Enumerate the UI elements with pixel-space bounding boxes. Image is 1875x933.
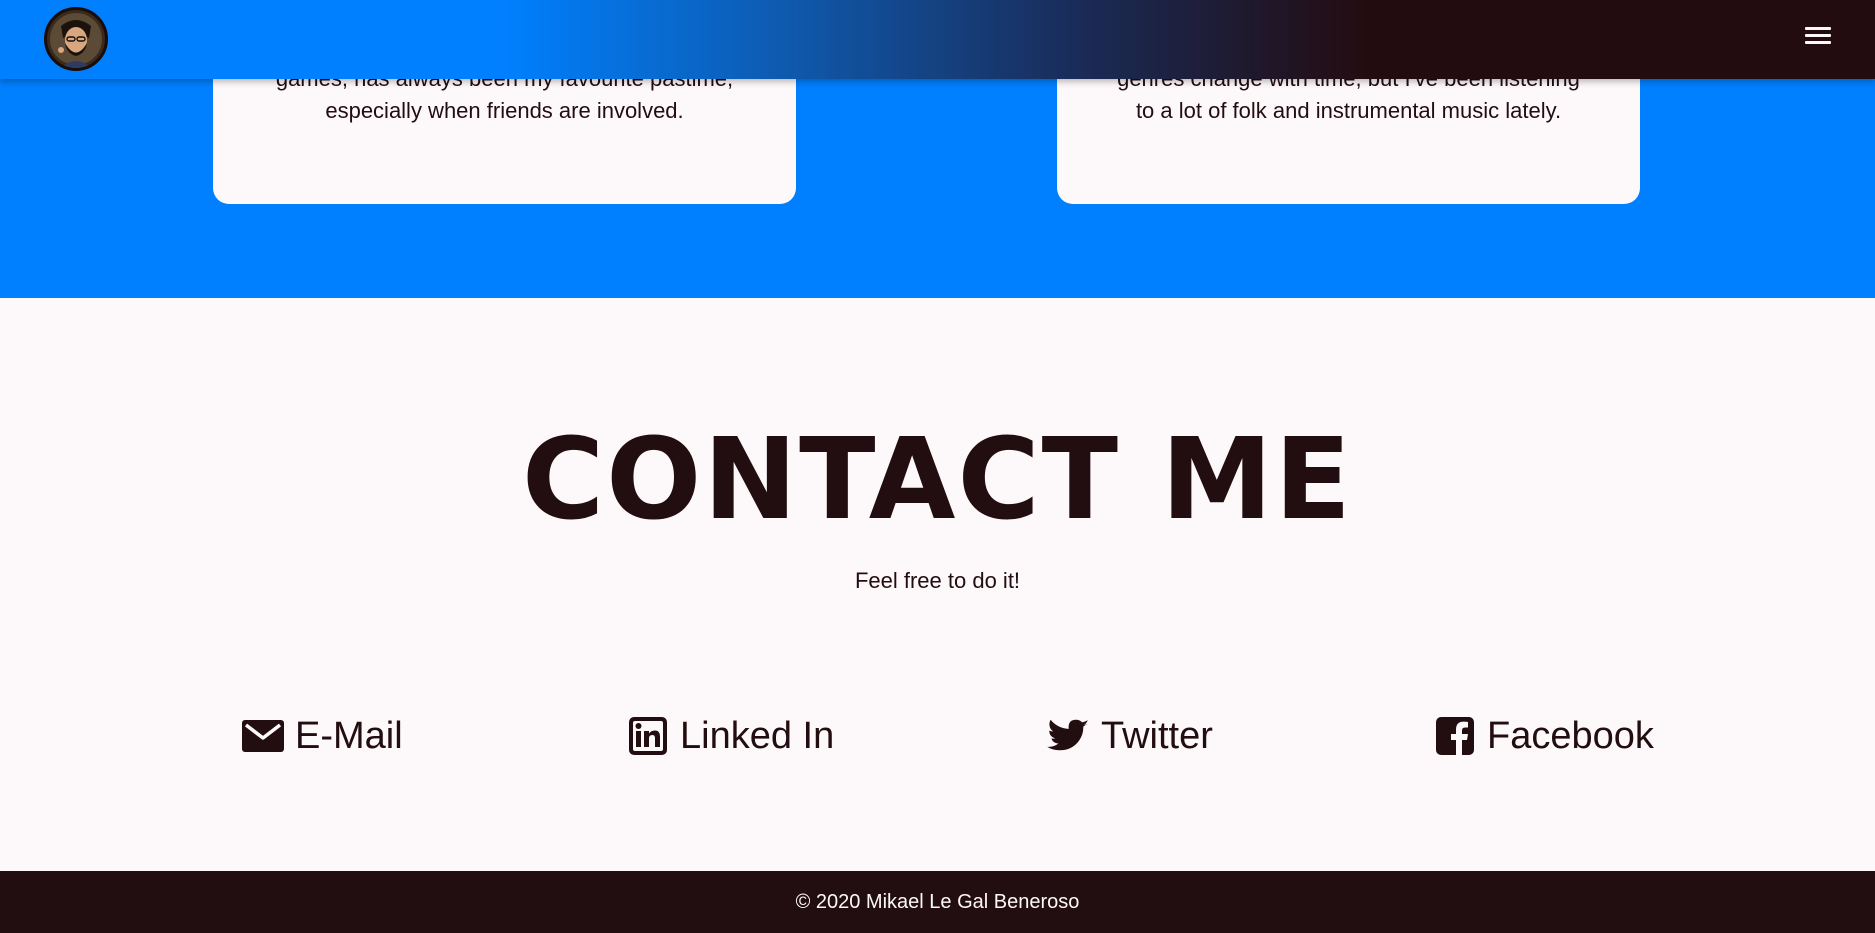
linkedin-icon — [629, 717, 667, 755]
avatar-portrait-icon — [47, 10, 105, 68]
copyright-text: © 2020 Mikael Le Gal Beneroso — [795, 891, 1080, 913]
contact-links: E-Mail Linked In Twitter Facebook — [0, 708, 1875, 764]
hamburger-menu-icon[interactable] — [1805, 27, 1831, 51]
linkedin-link-label: Linked In — [680, 715, 835, 757]
facebook-icon — [1436, 717, 1474, 755]
top-navbar — [0, 0, 1875, 79]
menu-bar — [1805, 41, 1831, 44]
twitter-link-label: Twitter — [1101, 715, 1213, 757]
twitter-link[interactable]: Twitter — [1047, 708, 1213, 764]
twitter-icon — [1047, 719, 1089, 751]
facebook-link[interactable]: Facebook — [1433, 708, 1654, 764]
menu-bar — [1805, 27, 1831, 30]
email-link-label: E-Mail — [295, 715, 403, 757]
envelope-icon — [242, 720, 284, 752]
linkedin-link[interactable]: Linked In — [626, 708, 834, 764]
avatar[interactable] — [44, 7, 108, 71]
menu-bar — [1805, 34, 1831, 37]
footer: © 2020 Mikael Le Gal Beneroso — [0, 871, 1875, 933]
contact-title: CONTACT ME — [521, 415, 1354, 545]
email-link[interactable]: E-Mail — [241, 708, 403, 764]
facebook-link-label: Facebook — [1487, 715, 1654, 757]
contact-subtitle: Feel free to do it! — [854, 568, 1021, 593]
page: games, has always been my favourite past… — [0, 0, 1875, 933]
